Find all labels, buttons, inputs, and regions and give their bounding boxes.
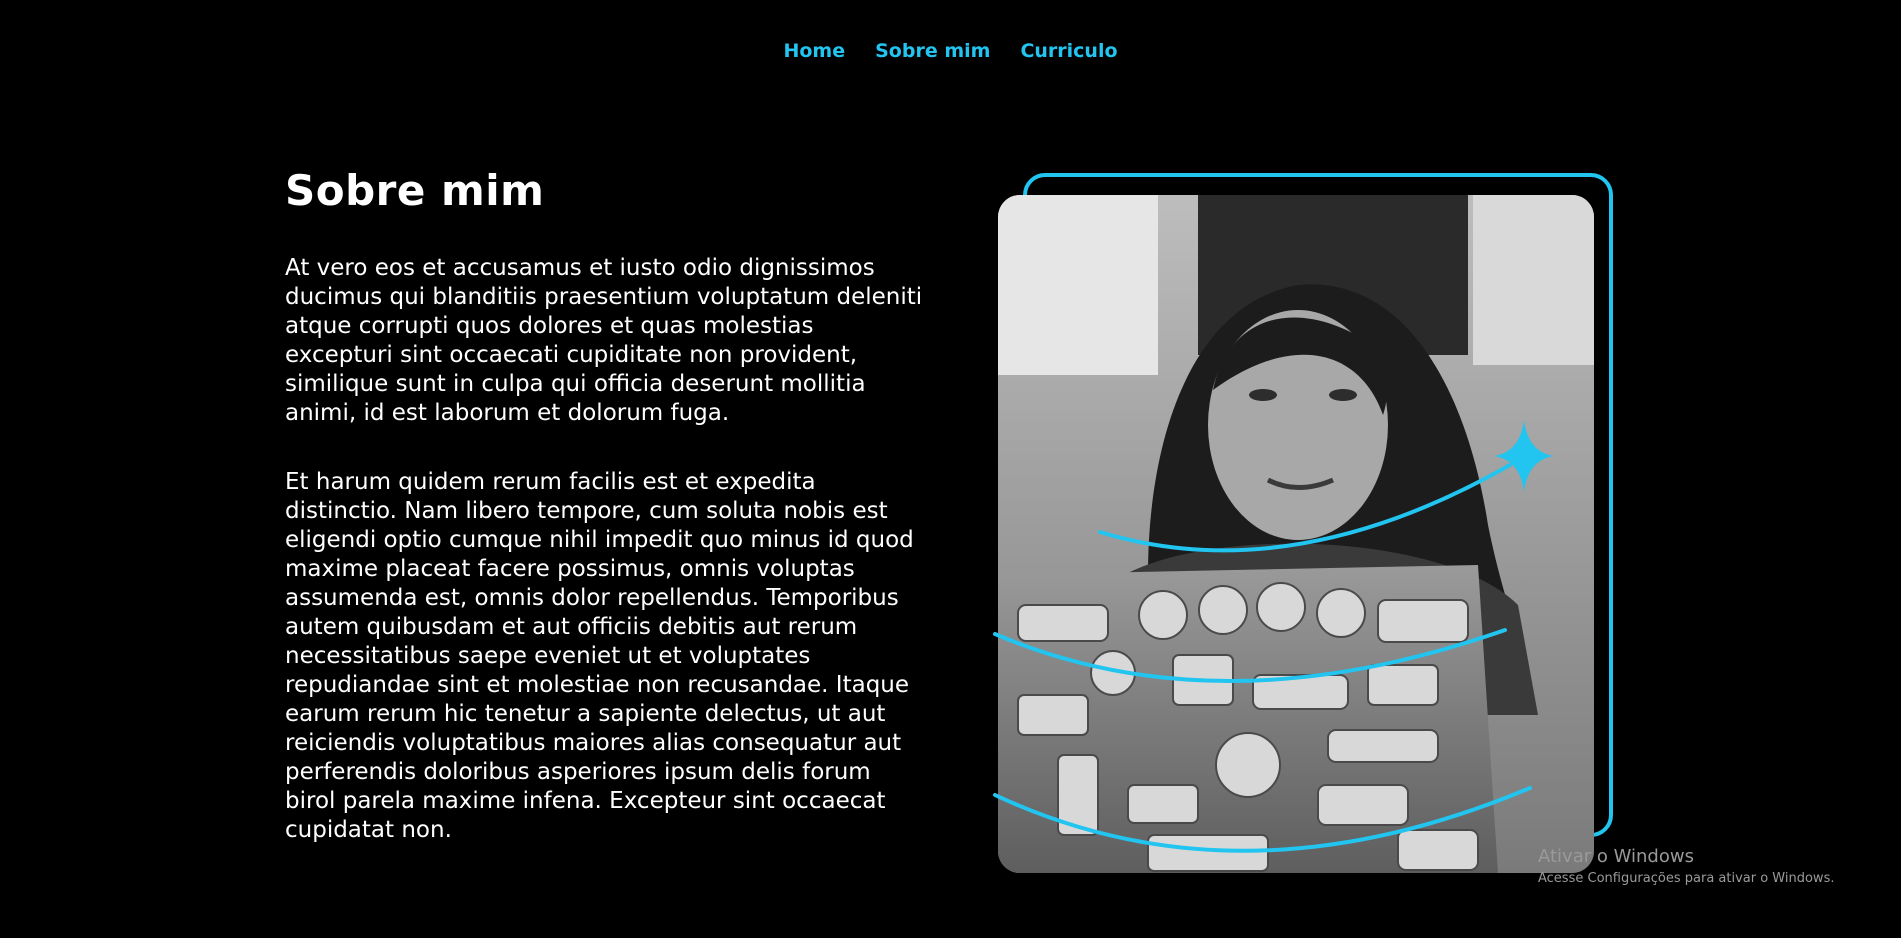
windows-activation-watermark: Ativar o Windows Acesse Configurações pa… [1538,846,1834,886]
decorative-swirls [993,420,1554,853]
top-nav: Home Sobre mim Curriculo [0,40,1901,62]
swirl-line-3 [993,786,1532,853]
swirl-line-1 [1098,463,1512,553]
nav-sobre-mim-link[interactable]: Sobre mim [875,40,990,62]
watermark-subtitle: Acesse Configurações para ativar o Windo… [1538,871,1835,886]
page-title: Sobre mim [285,166,545,215]
nav-home-link[interactable]: Home [783,40,845,62]
swirl-line-2 [993,628,1507,683]
about-paragraph-2: Et harum quidem rerum facilis est et exp… [285,469,914,843]
about-text: At vero eos et accusamus et iusto odio d… [285,254,925,885]
about-paragraph-1: At vero eos et accusamus et iusto odio d… [285,255,923,426]
watermark-title: Ativar o Windows [1538,846,1694,867]
nav-curriculo-link[interactable]: Curriculo [1020,40,1117,62]
four-point-star-icon [1494,420,1554,492]
